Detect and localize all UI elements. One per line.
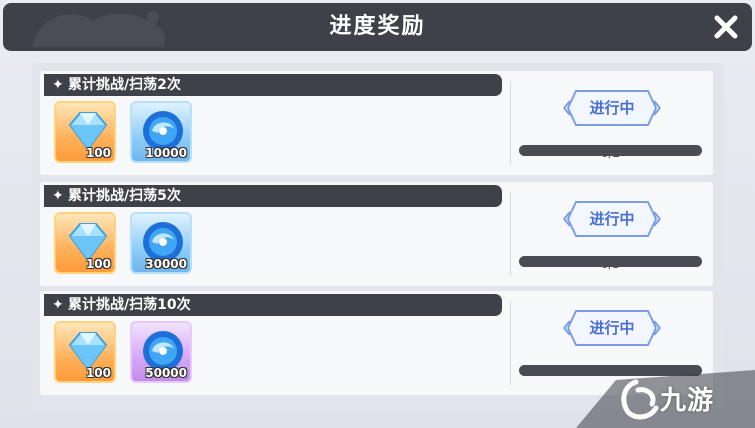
reward-item-orb[interactable]: 50000 (130, 321, 192, 383)
progress-text: 0/5 (600, 257, 621, 271)
reward-count: 100 (85, 257, 111, 271)
reward-item-diamond[interactable]: 100 (54, 212, 116, 274)
reward-item-orb[interactable]: 30000 (130, 212, 192, 274)
sparkle-icon: ✦ (52, 188, 64, 204)
progress-rewards-panel: 进度奖励 ✦ 累计挑战/扫荡2次 100 10000 进行中 0/2 ✦ 累计挑… (0, 0, 755, 428)
page-title: 进度奖励 (329, 14, 426, 39)
status-badge: 进行中 (562, 303, 662, 353)
task-header: ✦ 累计挑战/扫荡10次 (44, 294, 502, 316)
watermark-text: 九游 (660, 386, 715, 416)
reward-count: 100 (85, 366, 111, 380)
task-title: 累计挑战/扫荡2次 (68, 77, 181, 93)
status-label: 进行中 (589, 210, 635, 228)
status-label: 进行中 (589, 99, 635, 117)
reward-count: 50000 (145, 366, 187, 380)
task-title: 累计挑战/扫荡10次 (68, 297, 191, 313)
reward-item-diamond[interactable]: 100 (54, 101, 116, 163)
task-header: ✦ 累计挑战/扫荡2次 (44, 74, 502, 96)
status-badge: 进行中 (562, 83, 662, 133)
task-row: ✦ 累计挑战/扫荡2次 100 10000 进行中 0/2 (40, 71, 713, 175)
panel-header: 进度奖励 (3, 3, 752, 51)
divider (510, 301, 511, 385)
sparkle-icon: ✦ (52, 77, 64, 93)
reward-count: 100 (85, 146, 111, 160)
reward-item-orb[interactable]: 10000 (130, 101, 192, 163)
close-icon[interactable] (712, 13, 740, 41)
task-row: ✦ 累计挑战/扫荡5次 100 30000 进行中 0/5 (40, 182, 713, 286)
reward-count: 30000 (145, 257, 187, 271)
divider (510, 192, 511, 276)
task-header: ✦ 累计挑战/扫荡5次 (44, 185, 502, 207)
status-badge: 进行中 (562, 194, 662, 244)
sparkle-icon: ✦ (52, 297, 64, 313)
status-label: 进行中 (589, 319, 635, 337)
reward-item-diamond[interactable]: 100 (54, 321, 116, 383)
progress-text: 0/2 (600, 146, 621, 160)
reward-count: 10000 (145, 146, 187, 160)
task-title: 累计挑战/扫荡5次 (68, 188, 181, 204)
divider (510, 81, 511, 165)
